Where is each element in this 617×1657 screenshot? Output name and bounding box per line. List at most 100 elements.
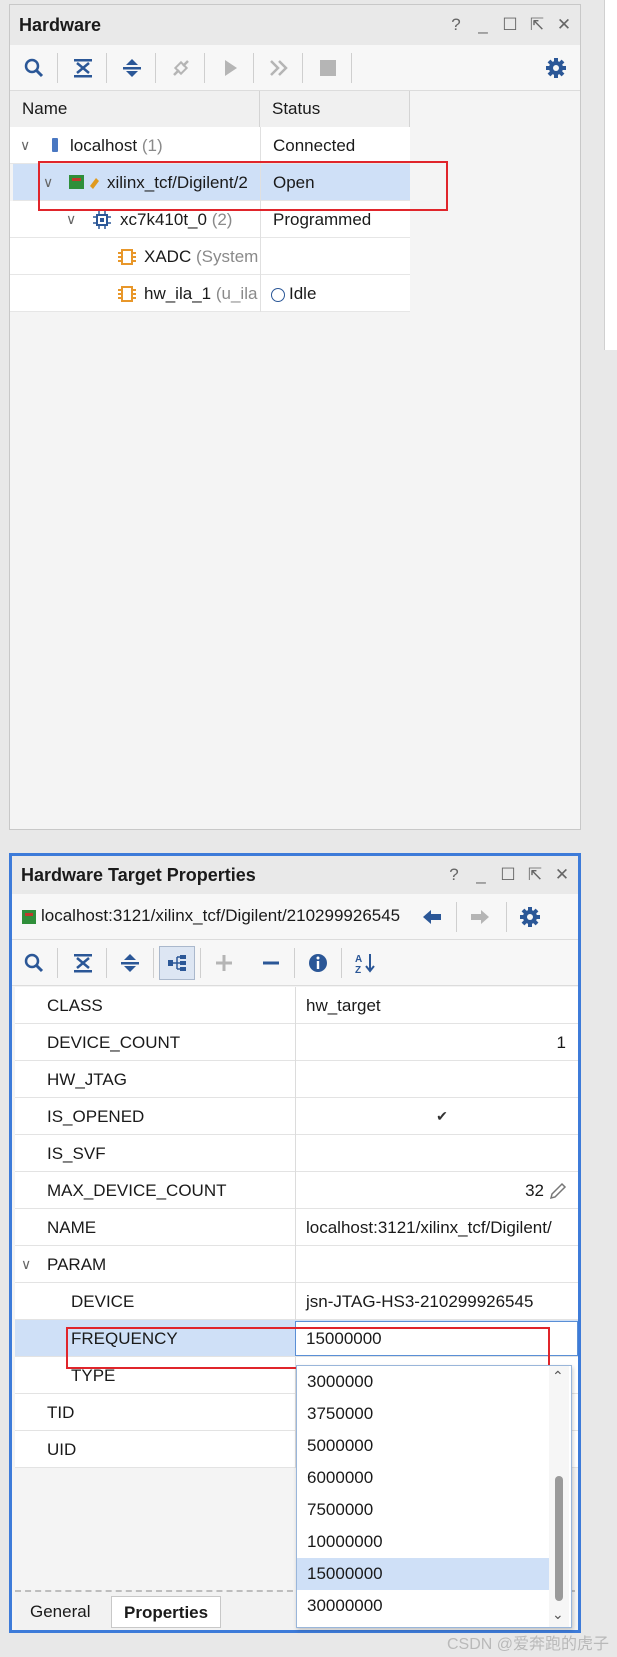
status-value: Open [260,164,410,201]
maximize-icon[interactable]: ☐ [498,865,518,885]
property-value [295,1135,578,1172]
server-icon [50,137,60,158]
dropdown-option[interactable]: 30000000 [297,1590,549,1622]
hardware-titlebar: Hardware ? _ ☐ ⇱ ✕ [10,5,580,45]
gear-icon[interactable] [538,51,574,85]
sort-az-icon[interactable]: AZ [347,946,383,980]
property-row[interactable]: IS_OPENED ✔ [15,1098,578,1135]
property-key: CLASS [47,996,103,1015]
run-icon[interactable] [212,51,248,85]
info-icon[interactable] [300,946,336,980]
status-value: Programmed [260,201,410,238]
watermark: CSDN @爱奔跑的虎子 [446,1636,609,1653]
frequency-dropdown-list[interactable]: 3000000 3750000 5000000 6000000 7500000 … [296,1365,572,1628]
chevron-down-icon[interactable]: ∨ [21,1246,31,1283]
property-row-param[interactable]: ∨ PARAM [15,1246,578,1283]
property-value: 32 [295,1172,578,1209]
core-icon [118,248,136,271]
search-icon[interactable] [16,51,52,85]
close-icon[interactable]: ✕ [554,15,574,35]
scroll-down-icon[interactable]: ⌄ [552,1606,564,1623]
adjacent-panel-edge [604,0,617,350]
status-value: Connected [260,127,410,164]
tree-row-xadc[interactable]: XADC (System [10,238,410,275]
tree-row-target[interactable]: ∨ xilinx_tcf/Digilent/2 Open [13,164,410,201]
svg-text:A: A [355,954,362,965]
target-board-icon [68,173,102,196]
property-row[interactable]: MAX_DEVICE_COUNT 32 [15,1172,578,1209]
help-icon[interactable]: ? [446,15,466,35]
checkmark-icon[interactable]: ✔ [295,1098,578,1135]
chevron-down-icon[interactable]: ∨ [66,201,76,238]
chip-icon [93,211,111,234]
remove-icon[interactable] [253,946,289,980]
help-icon[interactable]: ? [444,865,464,885]
property-row-frequency[interactable]: FREQUENCY 15000000 [15,1320,578,1357]
edit-pencil-icon[interactable] [548,1181,568,1206]
property-row[interactable]: DEVICE jsn-JTAG-HS3-210299926545 [15,1283,578,1320]
tree-row-localhost[interactable]: ∨ localhost (1) Connected [10,127,410,164]
expand-all-icon[interactable] [114,51,150,85]
minimize-icon[interactable]: _ [473,15,493,35]
expand-all-icon[interactable] [112,946,148,980]
chevron-down-icon[interactable]: ∨ [43,164,53,201]
property-value: 1 [295,1024,578,1061]
float-icon[interactable]: ⇱ [527,15,547,35]
collapse-all-icon[interactable] [65,946,101,980]
minimize-icon[interactable]: _ [471,865,491,885]
property-row[interactable]: IS_SVF [15,1135,578,1172]
float-icon[interactable]: ⇱ [525,865,545,885]
tree-row-device[interactable]: ∨ xc7k410t_0 (2) Programmed [10,201,410,238]
property-row[interactable]: NAME localhost:3121/xilinx_tcf/Digilent/ [15,1209,578,1246]
scroll-up-icon[interactable]: ⌃ [552,1368,564,1385]
scrollbar-thumb[interactable] [555,1476,563,1601]
hardware-title: Hardware [19,15,102,35]
forward-arrow-icon[interactable] [462,900,498,934]
dropdown-scrollbar[interactable]: ⌃ ⌄ [549,1366,569,1627]
property-row[interactable]: DEVICE_COUNT 1 [15,1024,578,1061]
tree-count: (2) [211,210,233,229]
hardware-panel: Hardware ? _ ☐ ⇱ ✕ Name Status ∨ localho… [9,4,581,830]
tree-label: xilinx_tcf/Digilent/2 [107,173,248,192]
target-board-icon [21,909,37,930]
tab-general[interactable]: General [18,1596,102,1628]
dropdown-option[interactable]: 10000000 [297,1526,549,1558]
property-row[interactable]: CLASS hw_target [15,987,578,1024]
add-icon[interactable] [206,946,242,980]
dropdown-option-selected[interactable]: 15000000 [297,1558,549,1590]
dropdown-option[interactable]: 6000000 [297,1462,549,1494]
property-key: PARAM [47,1255,107,1274]
chevron-down-icon[interactable]: ∨ [20,127,30,164]
property-key: IS_OPENED [47,1107,145,1126]
collapse-all-icon[interactable] [65,51,101,85]
properties-toolbar: AZ [12,940,578,986]
dropdown-option[interactable]: 5000000 [297,1430,549,1462]
object-path: localhost:3121/xilinx_tcf/Digilent/21029… [41,906,401,925]
search-icon[interactable] [16,946,52,980]
frequency-combo[interactable]: 15000000 [295,1321,578,1356]
property-key: TID [47,1403,75,1422]
tree-count: (1) [141,136,163,155]
dropdown-option[interactable]: 7500000 [297,1494,549,1526]
tree-row-ila[interactable]: hw_ila_1 (u_ila Idle [10,275,410,312]
properties-title: Hardware Target Properties [21,865,256,885]
property-key: NAME [47,1218,97,1237]
object-path-bar: localhost:3121/xilinx_tcf/Digilent/21029… [12,894,578,940]
dropdown-option[interactable]: 3750000 [297,1398,549,1430]
group-by-category-icon[interactable] [159,946,195,980]
back-arrow-icon[interactable] [414,900,450,934]
property-row[interactable]: HW_JTAG [15,1061,578,1098]
gear-icon[interactable] [512,900,548,934]
stop-icon[interactable] [310,51,346,85]
tab-properties[interactable]: Properties [111,1596,222,1628]
run-all-icon[interactable] [261,51,297,85]
property-value [295,1246,578,1283]
maximize-icon[interactable]: ☐ [500,15,520,35]
dropdown-option[interactable]: 3000000 [297,1366,549,1398]
property-key: DEVICE [71,1292,135,1311]
close-icon[interactable]: ✕ [552,865,572,885]
column-name[interactable]: Name [10,91,260,127]
property-value [295,1061,578,1098]
auto-connect-icon[interactable] [163,51,199,85]
column-status[interactable]: Status [260,91,410,127]
